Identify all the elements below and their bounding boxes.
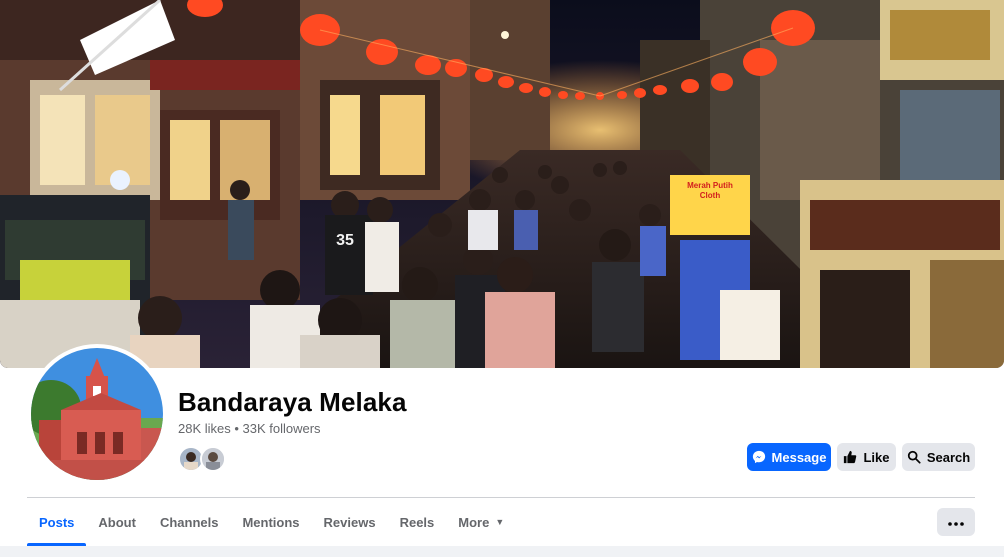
tab-more[interactable]: More ▼ [446, 498, 516, 546]
tab-posts[interactable]: Posts [27, 498, 87, 546]
tab-mentions[interactable]: Mentions [230, 498, 311, 546]
page-title: Bandaraya Melaka [178, 387, 407, 417]
jersey-number: 35 [336, 232, 354, 249]
tab-about[interactable]: About [86, 498, 148, 546]
tab-label: More [458, 514, 490, 530]
message-button[interactable]: Message [747, 443, 831, 471]
search-icon [907, 450, 921, 464]
thumbs-up-icon [843, 450, 857, 464]
profile-picture[interactable] [27, 344, 167, 484]
messenger-icon [752, 450, 766, 464]
more-options-button[interactable] [937, 508, 975, 536]
tab-label: Reels [399, 514, 435, 530]
tab-reels[interactable]: Reels [388, 498, 447, 546]
tab-label: Posts [39, 514, 75, 530]
tab-reviews[interactable]: Reviews [312, 498, 388, 546]
shop-sign-line1: Merah Putih [687, 181, 733, 190]
tab-label: Channels [159, 514, 219, 530]
profile-picture-image [31, 348, 163, 480]
search-button[interactable]: Search [902, 443, 975, 471]
page-stats[interactable]: 28K likes • 33K followers [178, 421, 321, 436]
message-button-label: Message [771, 449, 827, 465]
cover-photo[interactable]: Merah Putih Cloth 35 [0, 0, 1004, 368]
tab-label: Mentions [242, 514, 300, 530]
friend-avatar[interactable] [200, 446, 226, 472]
feed-background [0, 546, 1004, 557]
tab-label: Reviews [323, 514, 376, 530]
shop-sign-line2: Cloth [700, 191, 721, 200]
tab-channels[interactable]: Channels [148, 498, 231, 546]
like-button[interactable]: Like [837, 443, 896, 471]
friends-who-like[interactable] [178, 446, 238, 472]
profile-tabs: Posts About Channels Mentions Reviews Re… [27, 498, 516, 546]
night-market-scene: Merah Putih Cloth 35 [0, 0, 1004, 368]
ellipsis-icon [948, 513, 964, 531]
search-button-label: Search [926, 449, 971, 465]
like-button-label: Like [863, 449, 890, 465]
caret-down-icon: ▼ [495, 517, 505, 527]
tab-label: About [98, 514, 136, 530]
facebook-page-header: Merah Putih Cloth 35 Bandaraya Melaka 28… [0, 0, 1004, 557]
